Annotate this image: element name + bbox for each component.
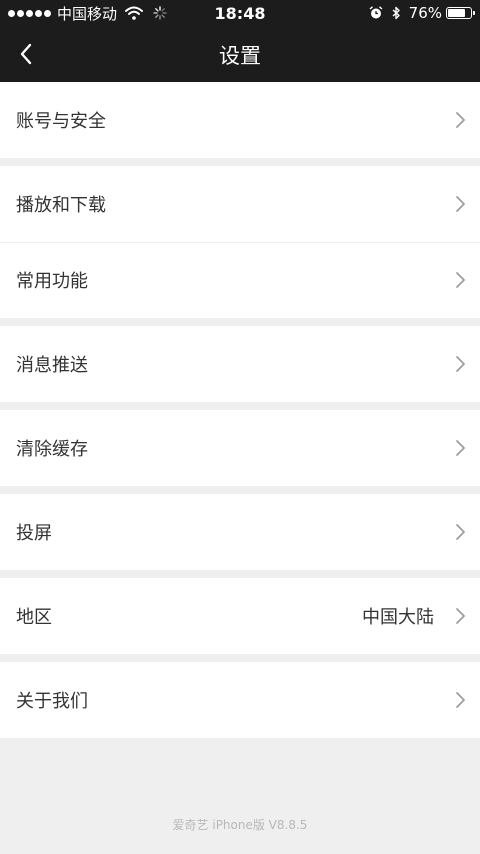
chevron-right-icon xyxy=(456,112,465,128)
navigation-header: 设置 xyxy=(0,26,480,82)
bluetooth-icon xyxy=(392,6,400,20)
settings-group: 账号与安全 xyxy=(0,82,480,158)
status-bar: 中国移动 18:48 76% xyxy=(0,0,480,26)
settings-row[interactable]: 消息推送 xyxy=(0,326,480,402)
chevron-right-icon xyxy=(456,272,465,288)
chevron-right-icon xyxy=(456,440,465,456)
settings-row[interactable]: 账号与安全 xyxy=(0,82,480,158)
settings-group: 投屏 xyxy=(0,494,480,570)
settings-row[interactable]: 清除缓存 xyxy=(0,410,480,486)
settings-row-label: 清除缓存 xyxy=(16,439,88,460)
settings-row[interactable]: 地区 中国大陆 xyxy=(0,578,480,654)
settings-row-label: 投屏 xyxy=(16,523,52,544)
settings-group: 关于我们 xyxy=(0,662,480,738)
settings-row-label: 账号与安全 xyxy=(16,111,106,132)
battery-fill xyxy=(448,9,465,17)
settings-row-value: 中国大陆 xyxy=(362,607,434,628)
alarm-clock-icon xyxy=(369,6,383,19)
settings-row[interactable]: 常用功能 xyxy=(0,242,480,318)
settings-row[interactable]: 关于我们 xyxy=(0,662,480,738)
settings-group: 消息推送 xyxy=(0,326,480,402)
chevron-right-icon xyxy=(456,356,465,372)
settings-row-label: 消息推送 xyxy=(16,355,88,376)
chevron-right-icon xyxy=(456,608,465,624)
status-right: 76% xyxy=(369,4,475,22)
app-version-text: 爱奇艺 iPhone版 V8.8.5 xyxy=(172,818,308,832)
settings-row-label: 播放和下载 xyxy=(16,195,106,216)
chevron-right-icon xyxy=(456,692,465,708)
settings-row-label: 关于我们 xyxy=(16,691,88,712)
settings-row[interactable]: 投屏 xyxy=(0,494,480,570)
page-title: 设置 xyxy=(219,44,261,68)
settings-list: 账号与安全播放和下载常用功能消息推送清除缓存投屏地区 中国大陆关于我们 xyxy=(0,82,480,746)
settings-group: 播放和下载 常用功能 xyxy=(0,166,480,318)
settings-row-label: 地区 xyxy=(16,607,52,628)
battery-percent: 76% xyxy=(408,4,442,22)
settings-row-label: 常用功能 xyxy=(16,271,88,292)
settings-group: 地区 中国大陆 xyxy=(0,578,480,654)
settings-group: 清除缓存 xyxy=(0,410,480,486)
chevron-right-icon xyxy=(456,196,465,212)
battery-icon xyxy=(446,7,475,19)
settings-row[interactable]: 播放和下载 xyxy=(0,166,480,242)
top-bar: 中国移动 18:48 76% 设置 xyxy=(0,0,480,82)
chevron-right-icon xyxy=(456,524,465,540)
